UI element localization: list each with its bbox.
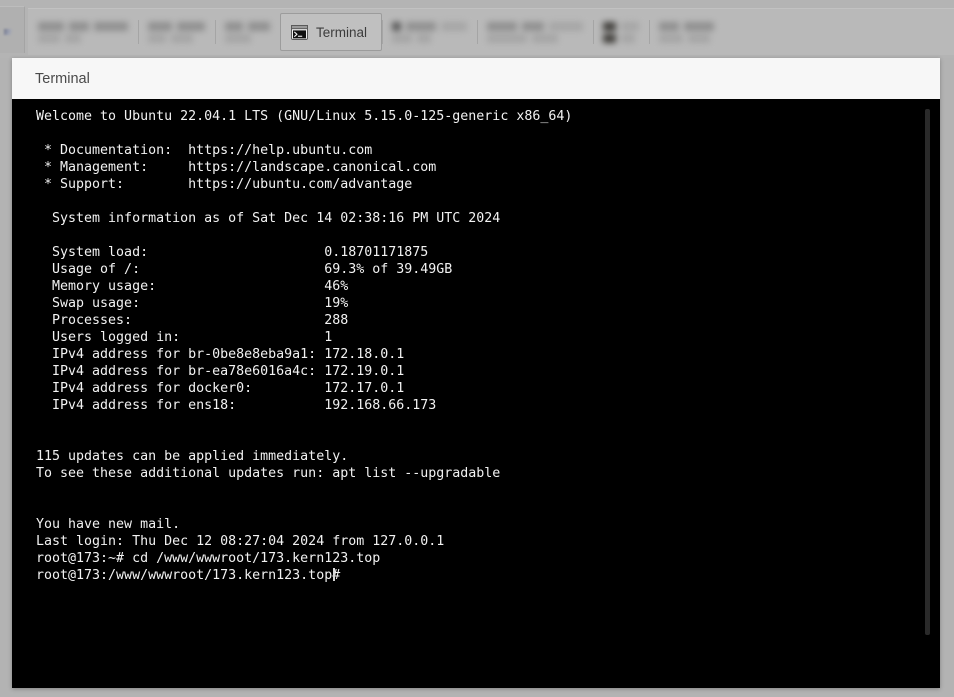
terminal-line: IPv4 address for docker0: 172.17.0.1	[36, 381, 405, 396]
terminal-icon	[291, 24, 308, 40]
tab-redacted-label	[603, 21, 640, 43]
terminal-scrollbar[interactable]	[922, 99, 932, 688]
terminal-line: Last login: Thu Dec 12 08:27:04 2024 fro…	[36, 534, 445, 549]
terminal-screen[interactable]: Welcome to Ubuntu 22.04.1 LTS (GNU/Linux…	[12, 99, 940, 688]
terminal-cursor	[333, 568, 336, 581]
terminal-panel-header: Terminal	[12, 58, 940, 99]
tab-redacted-label	[148, 21, 205, 43]
terminal-line: IPv4 address for br-0be8e8eba9a1: 172.18…	[36, 347, 405, 362]
terminal-line: * Documentation: https://help.ubuntu.com	[36, 143, 373, 158]
panel-title: Terminal	[35, 70, 90, 87]
edge-tab-partial[interactable]	[0, 6, 25, 53]
tab-redacted-1[interactable]	[28, 12, 138, 52]
terminal-panel: Terminal Welcome to Ubuntu 22.04.1 LTS (…	[12, 58, 940, 688]
terminal-line: IPv4 address for ens18: 192.168.66.173	[36, 398, 437, 413]
tab-redacted-5[interactable]	[477, 12, 593, 52]
tab-redacted-label	[659, 21, 715, 43]
terminal-line: Usage of /: 69.3% of 39.49GB	[36, 262, 453, 277]
terminal-line: Processes: 288	[36, 313, 349, 328]
tab-redacted-3[interactable]	[215, 12, 280, 52]
tab-redacted-6[interactable]	[593, 12, 649, 52]
terminal-line: Memory usage: 46%	[36, 279, 349, 294]
terminal-line: * Management: https://landscape.canonica…	[36, 160, 437, 175]
app-root: Terminal Terminal Welcome to Ubuntu 22.0…	[0, 0, 954, 697]
tab-terminal-label: Terminal	[316, 24, 368, 40]
terminal-line: System information as of Sat Dec 14 02:3…	[36, 211, 501, 226]
tab-terminal[interactable]: Terminal	[280, 13, 383, 51]
edge-tab-icon	[4, 29, 12, 35]
terminal-line: root@173:~# cd /www/wwwroot/173.kern123.…	[36, 551, 381, 566]
tab-redacted-label	[225, 21, 270, 43]
tab-redacted-label	[487, 21, 584, 43]
tab-redacted-label	[38, 21, 128, 43]
browser-tabstrip: Terminal	[0, 0, 954, 58]
tab-redacted-4[interactable]	[382, 12, 477, 52]
terminal-line: Welcome to Ubuntu 22.04.1 LTS (GNU/Linux…	[36, 109, 573, 124]
tabstrip-inner: Terminal	[28, 8, 954, 55]
tab-redacted-label	[392, 21, 468, 43]
terminal-line: 115 updates can be applied immediately.	[36, 449, 349, 464]
terminal-output: Welcome to Ubuntu 22.04.1 LTS (GNU/Linux…	[36, 108, 914, 584]
terminal-line: Users logged in: 1	[36, 330, 333, 345]
terminal-scrollbar-thumb[interactable]	[925, 109, 930, 635]
terminal-line: System load: 0.18701171875	[36, 245, 429, 260]
terminal-line: To see these additional updates run: apt…	[36, 466, 501, 481]
terminal-line: You have new mail.	[36, 517, 181, 532]
terminal-line: root@173:/www/wwwroot/173.kern123.top#	[36, 568, 341, 583]
terminal-line: Swap usage: 19%	[36, 296, 349, 311]
terminal-line: IPv4 address for br-ea78e6016a4c: 172.19…	[36, 364, 405, 379]
tab-redacted-2[interactable]	[138, 12, 215, 52]
tab-redacted-7[interactable]	[649, 12, 724, 52]
terminal-line: * Support: https://ubuntu.com/advantage	[36, 177, 413, 192]
